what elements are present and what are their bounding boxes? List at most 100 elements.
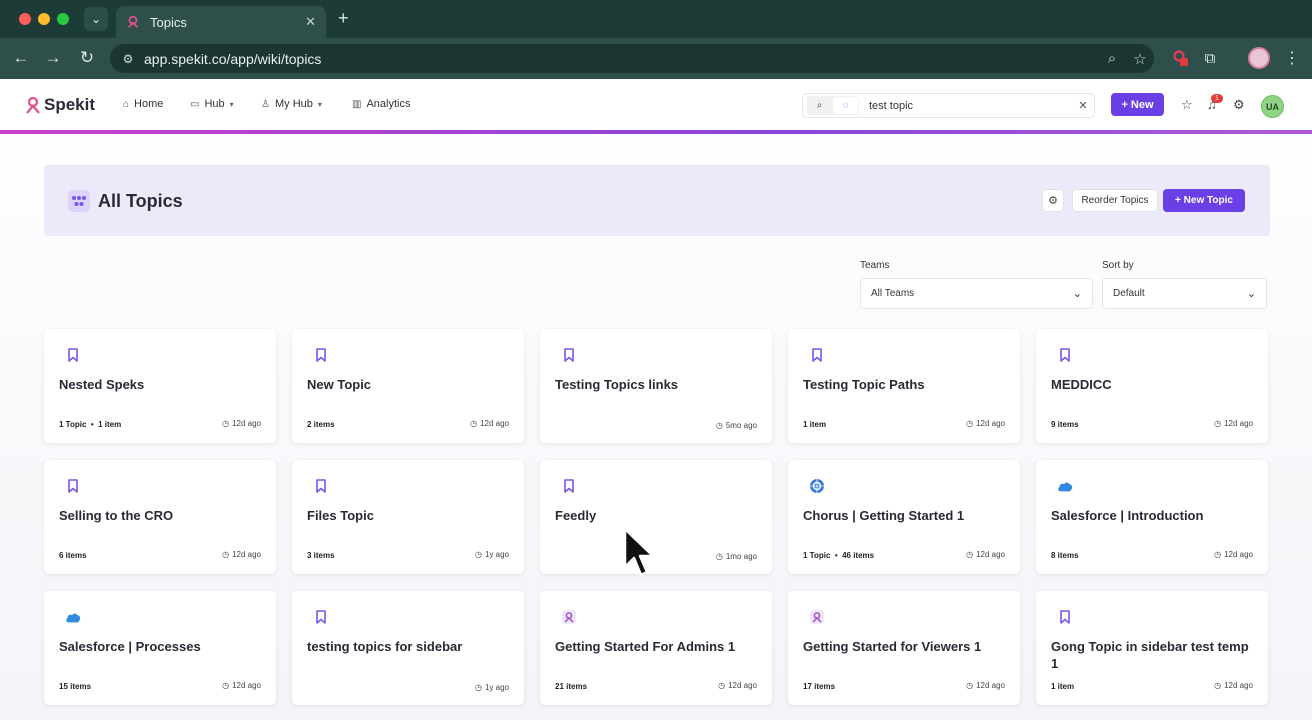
topic-card[interactable]: testing topics for sidebar ◷ 1y ago [292, 591, 524, 705]
topic-card[interactable]: Gong Topic in sidebar test temp 1 1 item ◷… [1036, 591, 1268, 705]
topic-card[interactable]: Getting Started For Admins 1 21 items ◷ 12d… [540, 591, 772, 705]
chevron-down-icon: ⌄ [1246, 288, 1256, 300]
close-tab-icon[interactable]: ✕ [305, 14, 316, 30]
user-avatar[interactable]: UA [1261, 95, 1284, 118]
topic-card-item-count: 17 items [803, 682, 836, 691]
forward-icon[interactable]: → [42, 47, 64, 69]
topic-card-item-count: 8 items [1051, 551, 1079, 560]
spekit-logo-icon [26, 96, 40, 114]
app-search-bar[interactable]: ⌕ ◌ test topic ✕ [802, 93, 1095, 118]
topic-card-updated: ◷ 1y ago [475, 550, 509, 559]
ai-search-icon[interactable]: ◌ [833, 97, 858, 114]
spekit-logo[interactable]: Spekit [25, 95, 95, 115]
new-tab-button[interactable]: + [338, 9, 349, 27]
browser-tab[interactable]: Topics ✕ [116, 6, 326, 38]
topic-card[interactable]: Chorus | Getting Started 1 1 Topic • 46 i… [788, 460, 1020, 574]
bookmark-icon [65, 478, 81, 494]
spekit-icon [561, 609, 577, 625]
topic-settings-button[interactable]: ⚙ [1042, 189, 1064, 212]
topic-card[interactable]: Testing Topic Paths 1 item ◷ 12d ago [788, 329, 1020, 443]
topic-card-updated-text: 12d ago [1224, 419, 1253, 428]
topic-card[interactable]: Getting Started for Viewers 1 17 items ◷ 12… [788, 591, 1020, 705]
minimize-window-button[interactable] [38, 13, 50, 25]
clock-icon: ◷ [715, 552, 723, 561]
reload-icon[interactable]: ↻ [76, 47, 98, 69]
bookmark-icon [313, 347, 329, 363]
zoom-icon[interactable]: ⌕ [1098, 50, 1126, 67]
topic-card-updated: ◷ 12d ago [718, 681, 757, 690]
topic-card-updated-text: 12d ago [976, 550, 1005, 559]
clear-search-icon[interactable]: ✕ [1072, 99, 1094, 112]
topic-card-title: Testing Topic Paths [803, 377, 925, 392]
maximize-window-button[interactable] [57, 13, 69, 25]
reorder-topics-button[interactable]: Reorder Topics [1072, 189, 1158, 212]
nav-my-hub-label: My Hub [274, 98, 313, 110]
topic-card-title: Chorus | Getting Started 1 [803, 508, 965, 523]
topic-card-updated-text: 12d ago [1224, 681, 1253, 690]
back-icon[interactable]: ← [10, 47, 32, 69]
topic-card-updated: ◷ 12d ago [1214, 681, 1253, 690]
topic-card-updated-text: 5mo ago [725, 421, 757, 430]
extension-spekit-icon[interactable] [1170, 48, 1190, 68]
notification-badge: 1 [1211, 94, 1223, 103]
topic-card[interactable]: Salesforce | Introduction 8 items ◷ 12d ago [1036, 460, 1268, 574]
browser-toolbar: ← → ↻ ⚙ app.spekit.co/app/wiki/topics ⌕ … [0, 38, 1312, 79]
topic-card[interactable]: New Topic 2 items ◷ 12d ago [292, 329, 524, 443]
gear-icon: ⚙ [1048, 195, 1058, 207]
topic-card-item-count: 1 Topic • 46 items [803, 551, 875, 560]
topic-card[interactable]: Files Topic 3 items ◷ 1y ago [292, 460, 524, 574]
clock-icon: ◷ [222, 681, 230, 690]
teams-select[interactable]: All Teams ⌄ [860, 278, 1093, 309]
topic-card-updated-text: 12d ago [232, 681, 261, 690]
topic-card-title: Salesforce | Introduction [1051, 508, 1204, 523]
close-window-button[interactable] [19, 13, 31, 25]
topic-card-updated: ◷ 1y ago [475, 683, 509, 692]
address-bar[interactable]: ⚙ app.spekit.co/app/wiki/topics ⌕ ☆ [110, 44, 1154, 73]
favorites-star-icon[interactable]: ☆ [1181, 97, 1193, 113]
bookmark-icon [313, 478, 329, 494]
topic-card[interactable]: Testing Topics links ◷ 5mo ago [540, 329, 772, 443]
extensions-puzzle-icon[interactable]: ⧉ [1200, 48, 1220, 68]
browser-menu-icon[interactable]: ⋮ [1284, 48, 1300, 68]
chevron-down-icon: ⌄ [90, 12, 102, 26]
nav-my-hub[interactable]: ♙ My Hub ▾ [261, 98, 322, 110]
sort-by-label: Sort by [1102, 260, 1134, 271]
topic-card-updated-text: 1y ago [484, 550, 509, 559]
salesforce-cloud-icon [65, 609, 81, 625]
search-mode-toggle[interactable]: ⌕ ◌ [807, 96, 859, 115]
bar-chart-icon: ▥ [352, 98, 362, 110]
settings-gear-icon[interactable]: ⚙ [1233, 97, 1245, 113]
new-button[interactable]: + New [1111, 93, 1164, 116]
bookmark-icon [561, 347, 577, 363]
tab-search-button[interactable]: ⌄ [84, 7, 108, 31]
chorus-icon [809, 478, 825, 494]
topic-card-updated: ◷ 1mo ago [716, 552, 757, 561]
url-text[interactable]: app.spekit.co/app/wiki/topics [144, 51, 1098, 67]
topic-card-title: Testing Topics links [555, 377, 679, 392]
topic-card-item-count: 9 items [1051, 420, 1079, 429]
search-icon[interactable]: ⌕ [807, 96, 832, 115]
topic-card[interactable]: Nested Speks 1 Topic • 1 item ◷ 12d ago [44, 329, 276, 443]
nav-hub[interactable]: ▭ Hub ▾ [190, 98, 234, 110]
search-input[interactable]: test topic [869, 100, 1072, 112]
topic-card-updated: ◷ 12d ago [966, 419, 1005, 428]
topic-card-updated-text: 12d ago [232, 419, 261, 428]
bookmark-star-icon[interactable]: ☆ [1126, 50, 1154, 68]
clock-icon: ◷ [966, 419, 974, 428]
topic-card-title: testing topics for sidebar [307, 639, 463, 654]
topic-card-item-count: 2 items [307, 420, 335, 429]
topic-card-item-count: 1 item [803, 420, 827, 429]
topic-card[interactable]: MEDDICC 9 items ◷ 12d ago [1036, 329, 1268, 443]
sort-by-select[interactable]: Default ⌄ [1102, 278, 1267, 309]
topic-card-title: Getting Started For Admins 1 [555, 639, 736, 654]
topic-card-item-count: 15 items [59, 682, 92, 691]
topic-card[interactable]: Salesforce | Processes 15 items ◷ 12d ago [44, 591, 276, 705]
site-settings-icon[interactable]: ⚙ [118, 52, 138, 66]
browser-profile-avatar[interactable] [1248, 47, 1270, 69]
nav-home[interactable]: ⌂ Home [123, 98, 163, 110]
topic-card[interactable]: Selling to the CRO 6 items ◷ 12d ago [44, 460, 276, 574]
topic-card-updated: ◷ 5mo ago [716, 421, 757, 430]
new-topic-button[interactable]: + New Topic [1163, 189, 1245, 212]
nav-analytics[interactable]: ▥ Analytics [352, 98, 410, 110]
spekit-favicon-icon [128, 15, 138, 28]
